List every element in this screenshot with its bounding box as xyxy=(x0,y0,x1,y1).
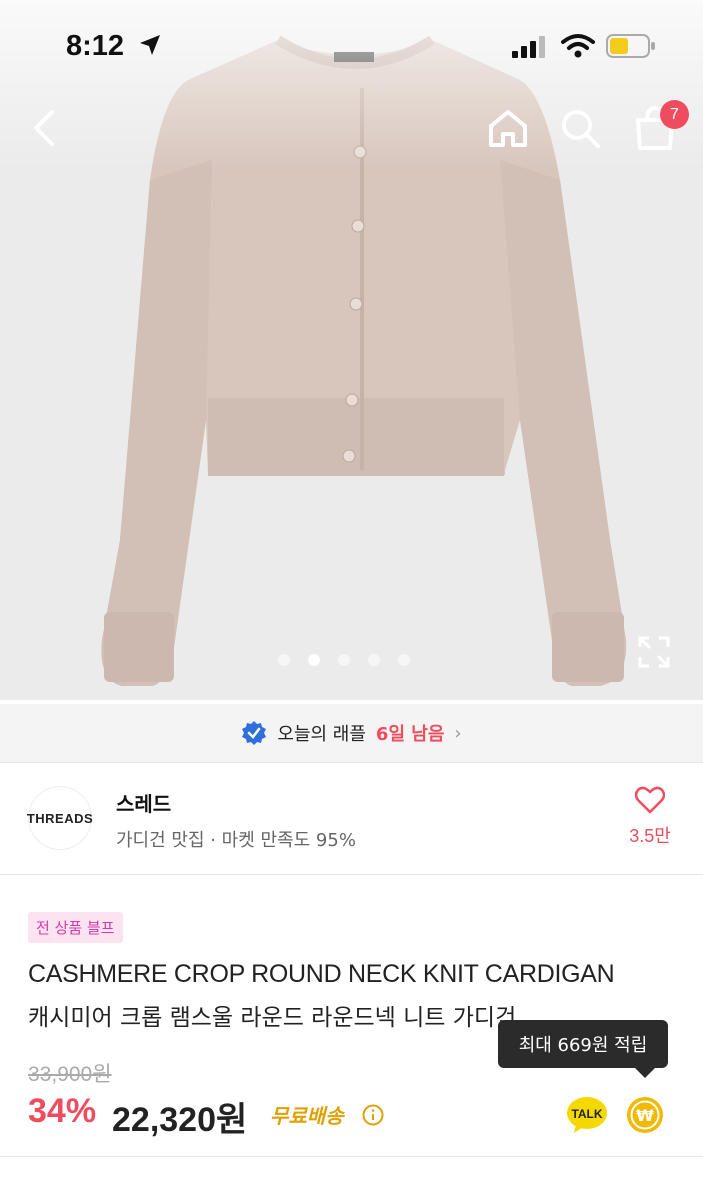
raffle-remaining: 6일 남음 xyxy=(375,724,445,745)
discount-rate: 34% xyxy=(28,1092,97,1130)
pagination-dot[interactable] xyxy=(368,654,380,666)
home-button[interactable] xyxy=(486,106,530,150)
like-count: 3.5만 xyxy=(629,826,671,846)
expand-fullscreen-icon[interactable] xyxy=(638,636,670,668)
chevron-right-icon: › xyxy=(454,722,462,744)
won-coin-icon: ₩ xyxy=(627,1097,663,1133)
store-logo[interactable]: THREADS xyxy=(27,786,93,850)
store-name[interactable]: 스레드 xyxy=(116,788,171,817)
raffle-banner[interactable]: 오늘의 래플 6일 남음 › xyxy=(0,704,703,762)
pagination-dot[interactable] xyxy=(278,654,290,666)
points-tooltip: 최대 669원 적립 xyxy=(498,1020,668,1078)
points-coin-button[interactable]: ₩ xyxy=(626,1096,664,1138)
pagination-dot[interactable] xyxy=(398,654,410,666)
heart-icon xyxy=(634,786,666,814)
coin-label: ₩ xyxy=(636,1106,654,1125)
talk-chat-icon: TALK xyxy=(567,1097,607,1133)
free-shipping-label: 무료배송 xyxy=(270,1104,344,1128)
raffle-label: 오늘의 래플 xyxy=(277,724,366,745)
battery-icon xyxy=(606,34,655,58)
divider xyxy=(0,1156,703,1157)
search-icon xyxy=(562,110,600,148)
status-time: 8:12 xyxy=(66,30,125,62)
gallery-pagination xyxy=(278,654,410,666)
sale-price: 22,320원 xyxy=(112,1101,248,1139)
cart-count-badge: 7 xyxy=(660,100,689,129)
like-button[interactable]: 3.5만 xyxy=(620,786,680,848)
original-price: 33,900원 xyxy=(28,1063,112,1086)
search-button[interactable] xyxy=(558,106,602,150)
pagination-dot[interactable] xyxy=(338,654,350,666)
store-description: 가디건 맛집 · 마켓 만족도 95% xyxy=(116,830,356,851)
chevron-left-icon xyxy=(34,110,54,146)
home-icon xyxy=(489,110,527,147)
divider xyxy=(0,762,703,763)
verified-badge-icon xyxy=(242,721,267,745)
kakao-talk-button[interactable]: TALK xyxy=(566,1096,608,1138)
cellular-signal-icon xyxy=(512,36,545,58)
wifi-icon xyxy=(561,34,595,58)
promo-badge: 전 상품 블프 xyxy=(28,912,123,943)
location-arrow-icon xyxy=(140,35,160,55)
cardigan-product-image xyxy=(0,0,703,686)
divider xyxy=(0,874,703,875)
status-bar: 8:12 xyxy=(0,0,703,90)
product-title-korean: 캐시미어 크롭 램스울 라운드 라운드넥 니트 가디건 xyxy=(28,1005,517,1031)
pagination-dot-active[interactable] xyxy=(308,654,320,666)
back-button[interactable] xyxy=(26,106,66,150)
product-title-english: CASHMERE CROP ROUND NECK KNIT CARDIGAN xyxy=(28,960,615,988)
product-image-gallery[interactable]: 8:12 7 xyxy=(0,0,703,700)
info-icon[interactable] xyxy=(362,1104,384,1126)
talk-label: TALK xyxy=(571,1107,602,1121)
